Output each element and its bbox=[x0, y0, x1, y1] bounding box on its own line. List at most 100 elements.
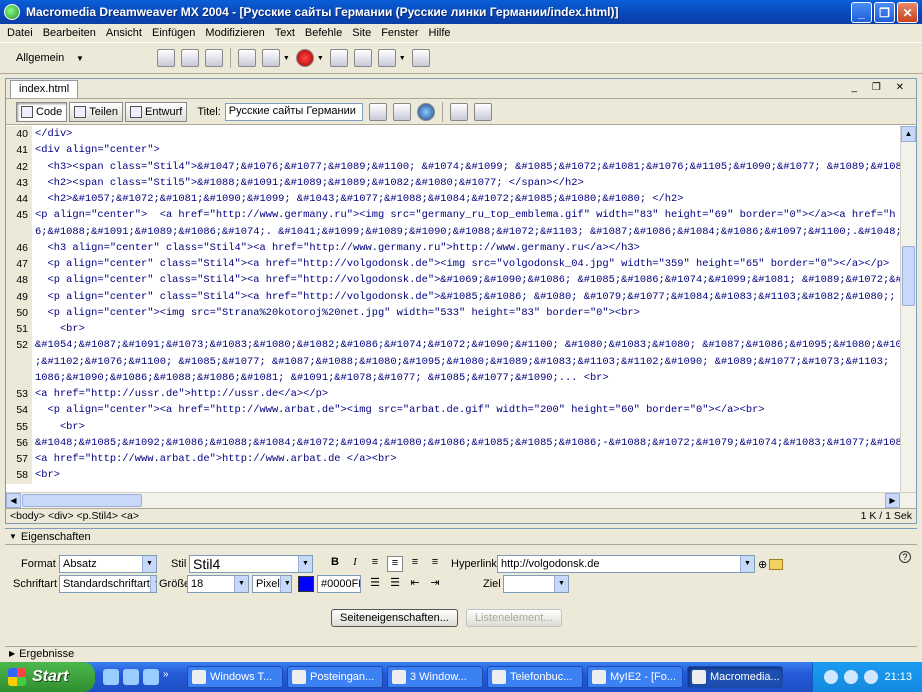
code-line[interactable]: 52 &#1054;&#1087;&#1091;&#1073;&#1083;&#1… bbox=[6, 337, 916, 354]
browse-folder-icon[interactable] bbox=[769, 558, 784, 570]
chevron-down-icon[interactable]: ▼ bbox=[76, 54, 84, 63]
unordered-list-icon[interactable]: ☰ bbox=[367, 576, 383, 592]
menu-einfuegen[interactable]: Einfügen bbox=[147, 27, 200, 39]
horizontal-scroll-thumb[interactable] bbox=[22, 494, 142, 507]
template-icon[interactable] bbox=[377, 49, 396, 67]
chevron-down-icon[interactable]: ▼ bbox=[399, 55, 406, 62]
scroll-left-icon[interactable]: ◀ bbox=[6, 493, 21, 508]
menu-datei[interactable]: Datei bbox=[2, 27, 38, 39]
menu-befehle[interactable]: Befehle bbox=[300, 27, 347, 39]
tag-chooser-icon[interactable] bbox=[411, 49, 430, 67]
quick-launch-icon[interactable] bbox=[103, 669, 119, 685]
taskbar-button-myie2[interactable]: MyIE2 - [Fo... bbox=[587, 666, 683, 688]
code-line[interactable]: 58 <br> bbox=[6, 467, 916, 484]
code-line[interactable]: 49 <p align="center" class="Stil4"><a hr… bbox=[6, 288, 916, 305]
menu-ansicht[interactable]: Ansicht bbox=[101, 27, 147, 39]
ordered-list-icon[interactable]: ☰ bbox=[387, 576, 403, 592]
outdent-icon[interactable]: ⇤ bbox=[407, 576, 423, 592]
code-line[interactable]: 43 <h2><span class="Stil5">&#1088;&#1091… bbox=[6, 174, 916, 191]
code-line[interactable]: 42 <h3><span class="Stil4">&#1047;&#1076… bbox=[6, 158, 916, 175]
properties-header[interactable]: ▼ Eigenschaften bbox=[5, 529, 917, 545]
code-line[interactable]: 57 <a href="http://www.arbat.de">http://w… bbox=[6, 451, 916, 468]
font-select[interactable]: Standardschriftart▼ bbox=[59, 575, 157, 593]
email-link-icon[interactable] bbox=[180, 49, 199, 67]
vertical-scroll-thumb[interactable] bbox=[902, 246, 915, 306]
code-line[interactable]: 40 </div> bbox=[6, 126, 916, 143]
code-line[interactable]: 50 <p align="center"><img src="Strana%20… bbox=[6, 304, 916, 321]
horizontal-scrollbar[interactable]: ◀ ▶ bbox=[6, 492, 916, 508]
code-line[interactable]: 46 <h3 align="center" class="Stil4"><a h… bbox=[6, 239, 916, 256]
align-left-icon[interactable]: ≡ bbox=[367, 556, 383, 572]
date-icon[interactable] bbox=[329, 49, 348, 67]
code-line[interactable]: 41 <div align="center"> bbox=[6, 142, 916, 159]
code-line[interactable]: 45 <p align="center"> <a href="http://www… bbox=[6, 207, 916, 224]
vertical-scrollbar[interactable]: ▲ bbox=[900, 126, 916, 492]
chevron-right-icon[interactable]: » bbox=[163, 669, 179, 685]
text-color-swatch[interactable] bbox=[298, 576, 314, 592]
italic-button[interactable]: I bbox=[347, 556, 363, 572]
menu-bearbeiten[interactable]: Bearbeiten bbox=[38, 27, 101, 39]
maximize-button[interactable]: ❐ bbox=[874, 2, 895, 23]
table-icon[interactable] bbox=[237, 49, 256, 67]
taskbar-button-inbox[interactable]: Posteingan... bbox=[287, 666, 383, 688]
dreamweaver-app-icon[interactable] bbox=[4, 4, 20, 20]
size-select[interactable]: 18 ▼ bbox=[187, 575, 249, 593]
split-view-button[interactable]: Teilen bbox=[69, 101, 124, 122]
document-title-input[interactable]: Русские сайты Германии bbox=[224, 102, 363, 121]
align-right-icon[interactable]: ≡ bbox=[407, 556, 423, 572]
design-view-button[interactable]: Entwurf bbox=[125, 101, 188, 122]
chevron-down-icon[interactable]: ▼ bbox=[317, 55, 324, 62]
help-icon[interactable]: ? bbox=[899, 551, 911, 563]
close-button[interactable]: ✕ bbox=[897, 2, 918, 23]
tray-icon[interactable] bbox=[824, 670, 839, 684]
taskbar-button-windows[interactable]: Windows T... bbox=[187, 666, 283, 688]
preview-browser-icon[interactable] bbox=[416, 102, 435, 121]
code-line[interactable]: 44 <h2>&#1057;&#1072;&#1081;&#1090;&#109… bbox=[6, 191, 916, 208]
menu-site[interactable]: Site bbox=[347, 27, 376, 39]
file-management-icon[interactable] bbox=[392, 102, 411, 121]
target-select[interactable]: ▼ bbox=[503, 575, 569, 593]
taskbar-button-explorer[interactable]: 3 Window... bbox=[387, 666, 483, 688]
insert-category-select[interactable]: Allgemein bbox=[16, 52, 76, 64]
taskbar-button-dreamweaver[interactable]: Macromedia... bbox=[687, 666, 783, 688]
code-line[interactable]: 1086;&#1090;&#1086;&#1088;&#1086;&#1081;… bbox=[6, 369, 916, 386]
quick-launch-icon[interactable] bbox=[143, 669, 159, 685]
code-view-button[interactable]: Code bbox=[16, 101, 68, 122]
refresh-icon[interactable] bbox=[449, 102, 468, 121]
style-select[interactable]: Stil4 ▼ bbox=[189, 555, 313, 573]
menu-fenster[interactable]: Fenster bbox=[376, 27, 423, 39]
image-icon[interactable] bbox=[261, 49, 280, 67]
code-line[interactable]: 51 <br> bbox=[6, 321, 916, 338]
text-color-input[interactable]: #0000FF bbox=[317, 575, 361, 593]
check-browser-icon[interactable] bbox=[368, 102, 387, 121]
tag-selector[interactable]: <body> <div> <p.Stil4> <a> bbox=[10, 510, 139, 522]
code-line[interactable]: 53 <a href="http://ussr.de">http://ussr.d… bbox=[6, 386, 916, 403]
taskbar-button-phonebook[interactable]: Telefonbuc... bbox=[487, 666, 583, 688]
code-line[interactable]: 6;&#1088;&#1091;&#1089;&#1086;&#1074;. &… bbox=[6, 223, 916, 240]
menu-text[interactable]: Text bbox=[270, 27, 300, 39]
code-line[interactable]: 48 <p align="center" class="Stil4"><a hr… bbox=[6, 272, 916, 289]
start-button[interactable]: Start bbox=[0, 662, 95, 692]
tab-index-html[interactable]: index.html bbox=[10, 80, 79, 98]
code-line[interactable]: ;&#1102;&#1076;&#1100; &#1085;&#1077; &#… bbox=[6, 353, 916, 370]
unit-select[interactable]: Pixel ▼ bbox=[252, 575, 292, 593]
named-anchor-icon[interactable] bbox=[204, 49, 223, 67]
page-properties-button[interactable]: Seiteneigenschaften... bbox=[331, 609, 458, 627]
minimize-button[interactable]: _ bbox=[851, 2, 872, 23]
media-flash-icon[interactable] bbox=[295, 49, 314, 67]
code-line[interactable]: 56 &#1048;&#1085;&#1092;&#1086;&#1088;&#1… bbox=[6, 434, 916, 451]
quick-launch-icon[interactable] bbox=[123, 669, 139, 685]
bold-button[interactable]: B bbox=[327, 556, 343, 572]
code-line[interactable]: 54 <p align="center"><a href="http://www… bbox=[6, 402, 916, 419]
code-line[interactable]: 47 <p align="center" class="Stil4"><a hr… bbox=[6, 256, 916, 273]
hyperlink-icon[interactable] bbox=[156, 49, 175, 67]
format-select[interactable]: Absatz ▼ bbox=[59, 555, 157, 573]
tray-icon[interactable] bbox=[844, 670, 859, 684]
align-center-icon[interactable]: ≡ bbox=[387, 556, 403, 572]
align-justify-icon[interactable]: ≡ bbox=[427, 556, 443, 572]
tray-icon[interactable] bbox=[864, 670, 879, 684]
chevron-down-icon[interactable]: ▼ bbox=[283, 55, 290, 62]
scroll-right-icon[interactable]: ▶ bbox=[885, 493, 900, 508]
menu-hilfe[interactable]: Hilfe bbox=[424, 27, 456, 39]
document-window-controls[interactable]: _ ❐ ✕ bbox=[852, 82, 910, 93]
